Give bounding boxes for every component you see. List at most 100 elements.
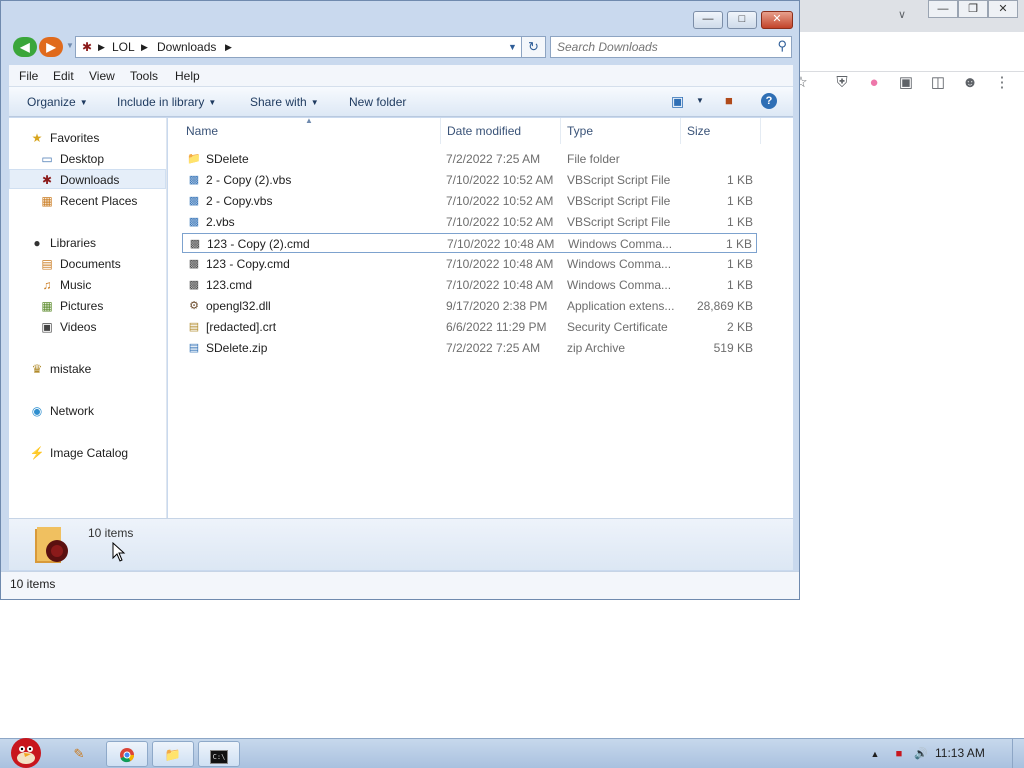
file-date: 7/2/2022 7:25 AM bbox=[446, 341, 541, 355]
show-hidden-icons-icon[interactable]: ▲ bbox=[868, 747, 882, 761]
table-row[interactable]: ▩ 123 - Copy.cmd 7/10/2022 10:48 AM Windows… bbox=[182, 254, 757, 274]
forward-button[interactable]: ▶ bbox=[39, 37, 63, 57]
table-row[interactable]: ▤ [redacted].crt 6/6/2022 11:29 PM Security… bbox=[182, 317, 757, 337]
address-dropdown-icon[interactable]: ▼ bbox=[508, 42, 517, 52]
search-icon[interactable]: ⚲ bbox=[777, 38, 787, 54]
table-row[interactable]: ▩ 2 - Copy (2).vbs 7/10/2022 10:52 AM VBScr… bbox=[182, 170, 757, 190]
file-date: 7/10/2022 10:48 AM bbox=[447, 237, 555, 251]
cmd-window-icon: C:\ bbox=[210, 750, 228, 764]
chevron-down-icon: ▼ bbox=[208, 98, 217, 108]
new-folder-button[interactable]: New folder bbox=[349, 95, 406, 109]
column-divider[interactable] bbox=[440, 118, 441, 144]
column-header-name[interactable]: Name bbox=[186, 124, 218, 138]
column-divider[interactable] bbox=[560, 118, 561, 144]
nav-favorites[interactable]: ★ Favorites bbox=[9, 128, 166, 148]
table-row[interactable]: ▩ 2.vbs 7/10/2022 10:52 AM VBScript Script … bbox=[182, 212, 757, 232]
close-button[interactable]: ✕ bbox=[761, 11, 793, 29]
nav-libraries[interactable]: ● Libraries bbox=[9, 233, 166, 253]
menu-edit[interactable]: Edit bbox=[53, 69, 74, 83]
vbs-icon: ▩ bbox=[188, 195, 200, 207]
maximize-button[interactable]: □ bbox=[727, 11, 757, 29]
side-panel-icon[interactable]: ◫ bbox=[929, 74, 947, 92]
nav-network[interactable]: ◉ Network bbox=[9, 401, 166, 421]
file-date: 7/10/2022 10:52 AM bbox=[446, 173, 554, 187]
address-separator-icon[interactable]: ▶ bbox=[141, 42, 148, 53]
address-separator-icon[interactable]: ▶ bbox=[98, 42, 105, 53]
help-icon[interactable]: ? bbox=[761, 93, 777, 109]
nav-music[interactable]: ♫ Music bbox=[9, 275, 166, 295]
search-box: ⚲ bbox=[550, 36, 792, 58]
browser-close-button[interactable]: ✕ bbox=[988, 0, 1018, 18]
taskbar-explorer-button[interactable]: 📁 bbox=[152, 741, 194, 767]
table-row[interactable]: ⚙ opengl32.dll 9/17/2020 2:38 PM Applicatio… bbox=[182, 296, 757, 316]
column-divider[interactable] bbox=[680, 118, 681, 144]
organize-button[interactable]: Organize ▼ bbox=[27, 95, 88, 109]
file-name: 123 - Copy (2).cmd bbox=[207, 237, 310, 251]
table-row[interactable]: ▩ 2 - Copy.vbs 7/10/2022 10:52 AM VBScript … bbox=[182, 191, 757, 211]
view-options-chevron-icon[interactable]: ▼ bbox=[696, 96, 704, 105]
menu-view[interactable]: View bbox=[89, 69, 115, 83]
certificate-icon: ▤ bbox=[188, 321, 200, 333]
table-row[interactable]: ▤ SDelete.zip 7/2/2022 7:25 AM zip Archive 5… bbox=[182, 338, 757, 358]
taskbar: ✎ 📁 C:\ ▲ ■ 🔊 11:13 AM bbox=[0, 738, 1024, 768]
taskbar-cmd-button[interactable]: C:\ bbox=[198, 741, 240, 767]
nav-desktop[interactable]: ▭ Desktop bbox=[9, 149, 166, 169]
browser-restore-button[interactable]: ❐ bbox=[958, 0, 988, 18]
nav-mistake[interactable]: ♛ mistake bbox=[9, 359, 166, 379]
taskbar-chrome-button[interactable] bbox=[106, 741, 148, 767]
puzzle-extensions-icon[interactable]: ▣ bbox=[897, 74, 915, 92]
sort-ascending-icon: ▲ bbox=[305, 116, 313, 125]
column-divider[interactable] bbox=[760, 118, 761, 144]
nav-recent-places[interactable]: ▦ Recent Places bbox=[9, 191, 166, 211]
browser-tab-list-icon[interactable]: ∨ bbox=[898, 8, 906, 21]
address-bar[interactable]: ✱ ▶ LOL ▶ Downloads ▶ ▼ bbox=[75, 36, 527, 58]
table-row[interactable]: ▩ 123.cmd 7/10/2022 10:48 AM Windows Comma.… bbox=[182, 275, 757, 295]
ublock-shield-icon[interactable]: ⛨ bbox=[833, 74, 851, 92]
nav-downloads[interactable]: ✱ Downloads bbox=[9, 169, 166, 189]
menu-help[interactable]: Help bbox=[175, 69, 200, 83]
column-header-size[interactable]: Size bbox=[687, 124, 710, 138]
menu-file[interactable]: File bbox=[19, 69, 38, 83]
menu-tools[interactable]: Tools bbox=[130, 69, 158, 83]
breadcrumb-downloads[interactable]: Downloads bbox=[157, 40, 216, 54]
file-date: 7/2/2022 7:25 AM bbox=[446, 152, 541, 166]
file-name: 123 - Copy.cmd bbox=[206, 257, 290, 271]
file-size: 28,869 KB bbox=[696, 299, 753, 313]
flag-tray-icon[interactable]: ■ bbox=[892, 747, 906, 761]
recent-pages-icon[interactable]: ▼ bbox=[66, 41, 74, 50]
share-with-button[interactable]: Share with ▼ bbox=[250, 95, 319, 109]
chrome-icon bbox=[120, 748, 134, 763]
refresh-button[interactable]: ↻ bbox=[521, 36, 546, 58]
file-date: 9/17/2020 2:38 PM bbox=[446, 299, 548, 313]
title-bar[interactable]: — □ ✕ bbox=[1, 1, 799, 35]
column-header-type[interactable]: Type bbox=[567, 124, 593, 138]
column-header-date[interactable]: Date modified bbox=[447, 124, 521, 138]
preview-pane-icon[interactable]: ■ bbox=[725, 93, 733, 108]
taskbar-paint-button[interactable]: ✎ bbox=[58, 741, 100, 767]
kebab-menu-icon[interactable]: ⋮ bbox=[993, 74, 1011, 92]
address-separator-icon[interactable]: ▶ bbox=[225, 42, 232, 53]
nav-pictures[interactable]: ▦ Pictures bbox=[9, 296, 166, 316]
nav-videos-label: Videos bbox=[60, 320, 97, 334]
clock[interactable]: 11:13 AM bbox=[935, 746, 985, 760]
nav-music-label: Music bbox=[60, 278, 92, 292]
browser-minimize-button[interactable]: — bbox=[928, 0, 958, 18]
extension-badge-icon[interactable]: ● bbox=[865, 74, 883, 92]
start-button[interactable] bbox=[4, 731, 48, 768]
table-row[interactable]: 📁 SDelete 7/2/2022 7:25 AM File folder bbox=[182, 149, 757, 169]
volume-icon[interactable]: 🔊 bbox=[914, 747, 928, 761]
minimize-button[interactable]: — bbox=[693, 11, 723, 29]
file-name: 2 - Copy (2).vbs bbox=[206, 173, 292, 187]
nav-documents[interactable]: ▤ Documents bbox=[9, 254, 166, 274]
table-row[interactable]: ▩ 123 - Copy (2).cmd 7/10/2022 10:48 AM Win… bbox=[182, 233, 757, 253]
search-input[interactable] bbox=[557, 39, 767, 55]
show-desktop-button[interactable] bbox=[1012, 739, 1024, 768]
profile-avatar-icon[interactable]: ☻ bbox=[961, 74, 979, 92]
breadcrumb-lol[interactable]: LOL bbox=[112, 40, 135, 54]
nav-videos[interactable]: ▣ Videos bbox=[9, 317, 166, 337]
file-date: 6/6/2022 11:29 PM bbox=[446, 320, 547, 334]
change-view-icon[interactable]: ▣ bbox=[671, 93, 684, 110]
nav-image-catalog[interactable]: ⚡ Image Catalog bbox=[9, 443, 166, 463]
include-in-library-button[interactable]: Include in library ▼ bbox=[117, 95, 216, 109]
back-button[interactable]: ◀ bbox=[13, 37, 37, 57]
